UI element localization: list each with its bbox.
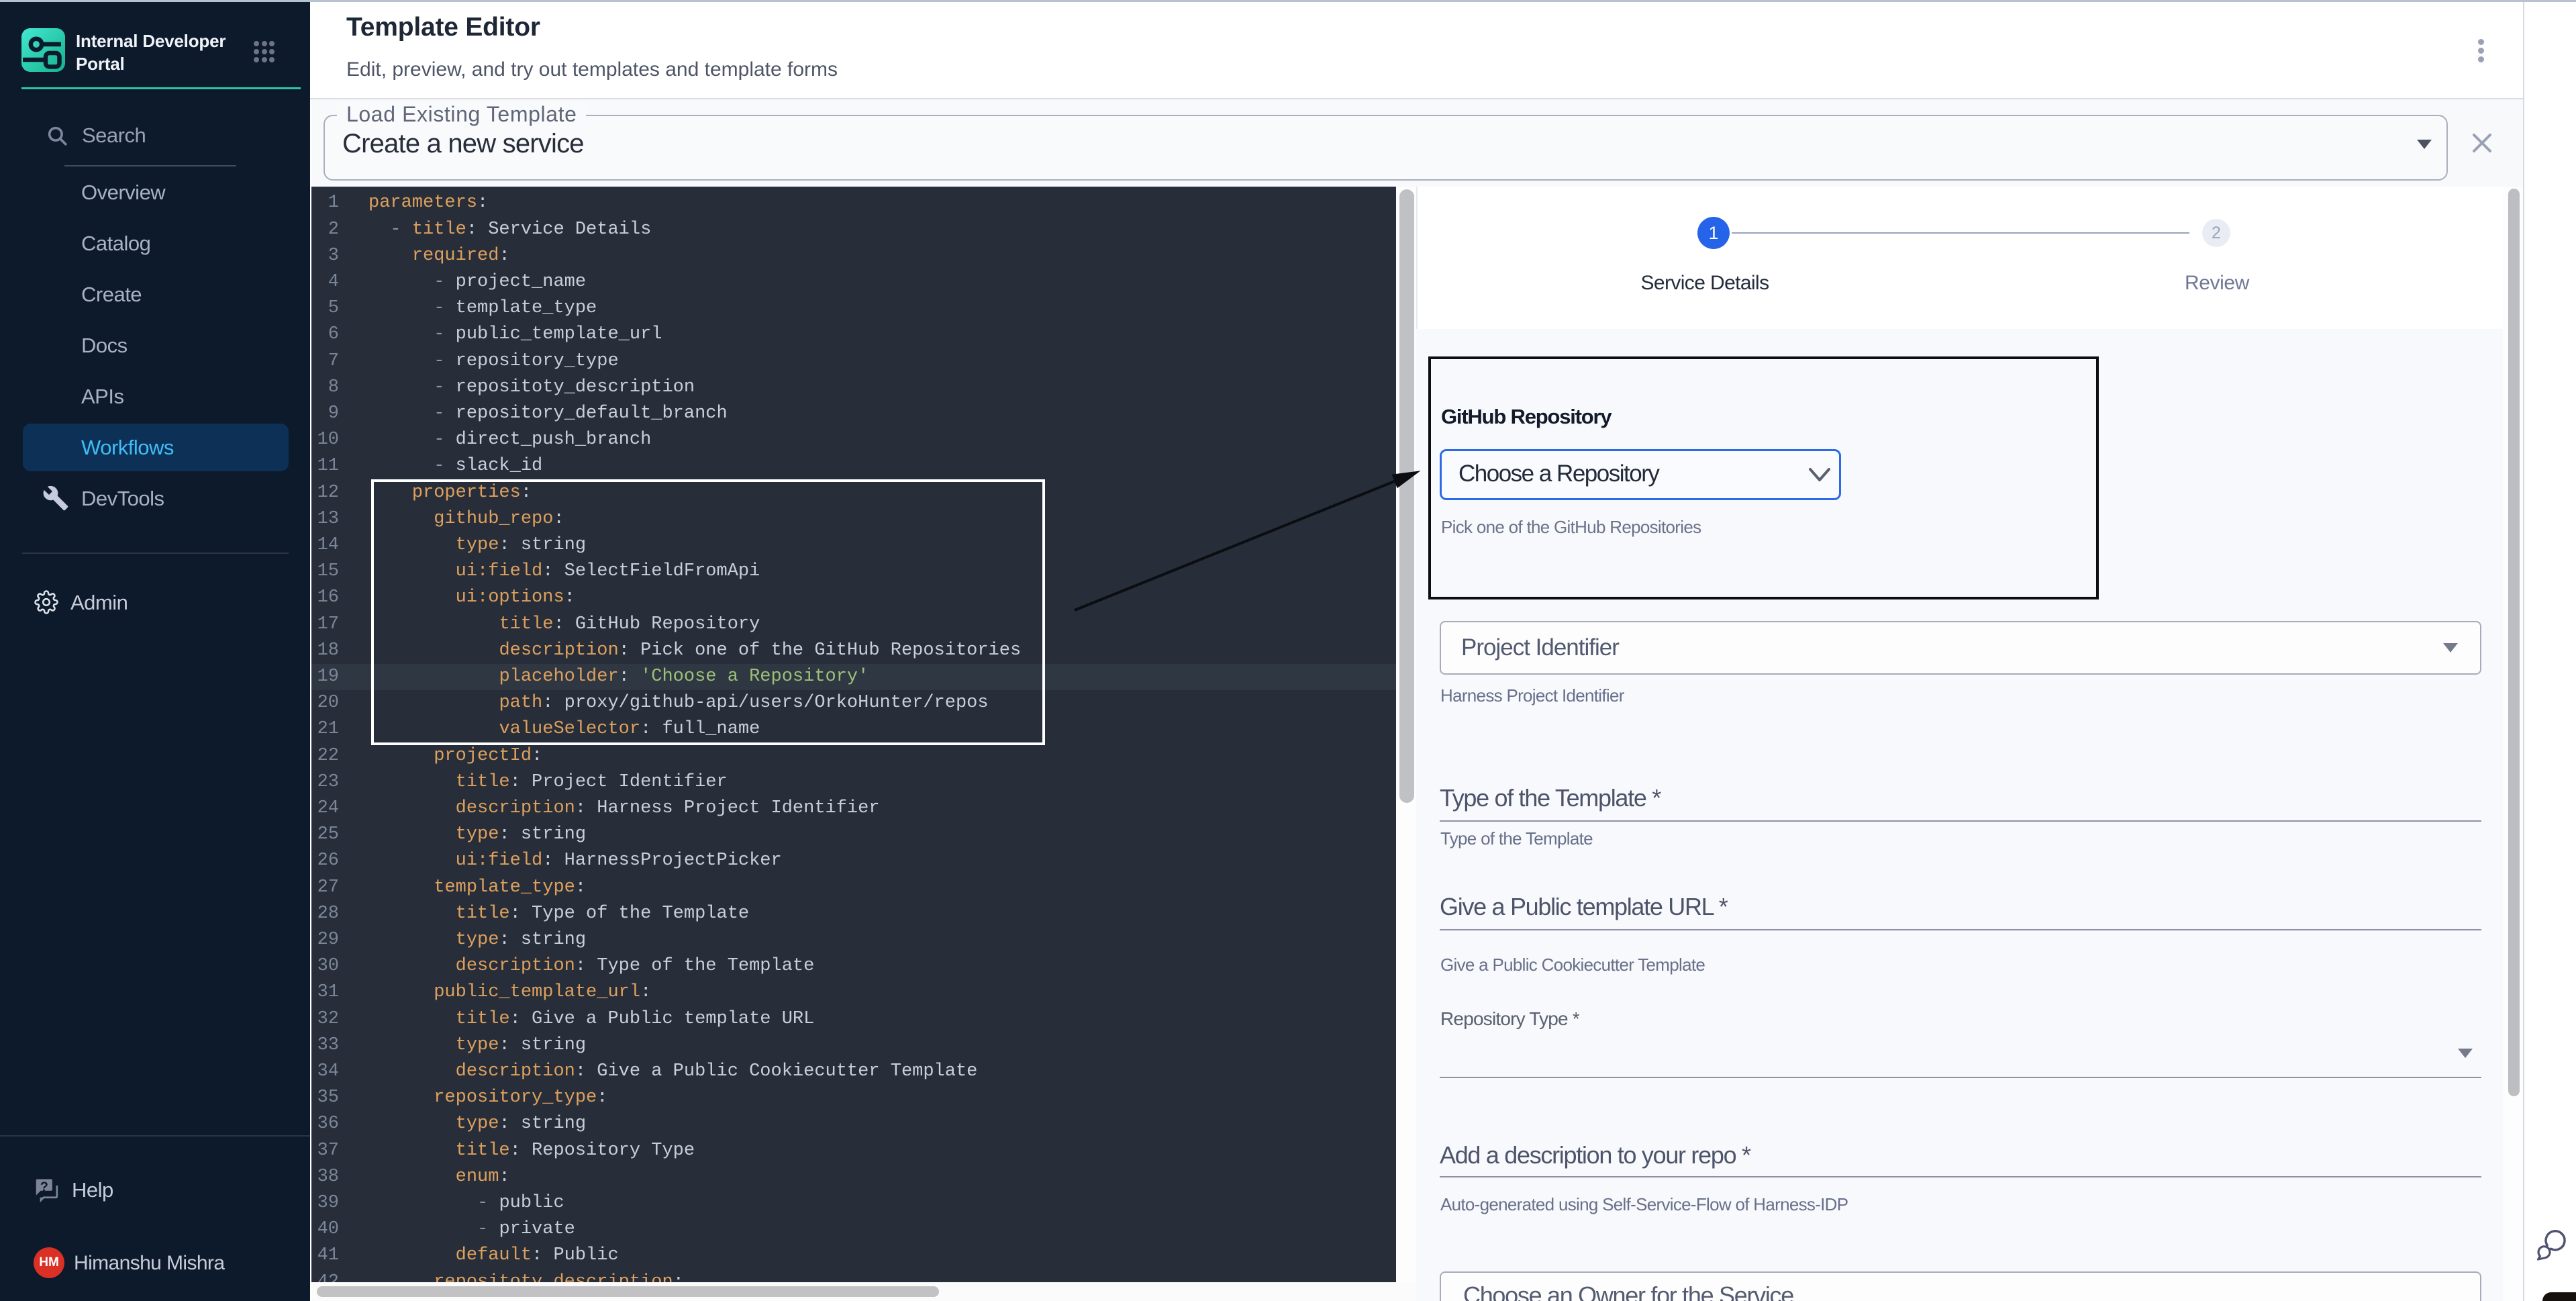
svg-text:?: ? [40,1180,48,1195]
